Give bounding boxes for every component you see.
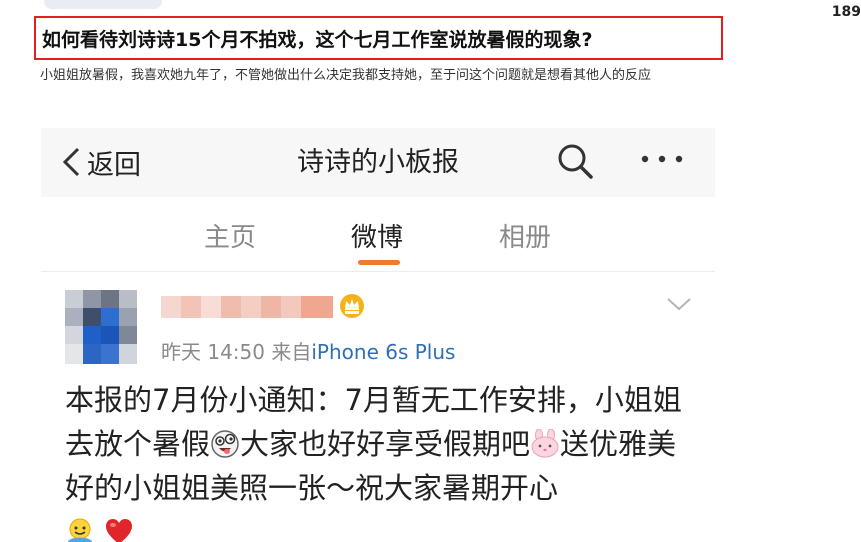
- page-title: 诗诗的小板报: [297, 147, 459, 178]
- back-chevron-icon: [62, 147, 80, 177]
- answer-text: 小姐姐放暑假，我喜欢她九年了，不管她做出什么决定我都支持她，至于问这个问题就是想…: [40, 68, 652, 83]
- post-body: 本报的7月份小通知：7月暂无工作安排，小姐姐去放个暑假 大家也好好享受假期吧 送…: [65, 378, 705, 542]
- more-icon[interactable]: [639, 153, 685, 165]
- crown-icon: [340, 294, 364, 318]
- search-icon[interactable]: [555, 141, 595, 181]
- browser-tab-stub: [44, 0, 162, 9]
- back-button[interactable]: 返回: [59, 140, 141, 184]
- post-header: 昨天 14:50 来自iPhone 6s Plus: [41, 272, 715, 382]
- hug-emoji-icon: [68, 518, 92, 542]
- chevron-down-icon[interactable]: [665, 296, 693, 312]
- avatar[interactable]: [65, 290, 137, 364]
- tab-weibo[interactable]: 微博: [351, 217, 403, 254]
- tab-home[interactable]: 主页: [204, 217, 256, 254]
- profile-tab-bar: 主页 微博 相册: [41, 197, 715, 272]
- crazy-face-emoji-icon: [211, 430, 239, 458]
- post-emoji-row: [65, 510, 705, 542]
- back-label: 返回: [87, 149, 141, 181]
- post-time: 昨天 14:50: [161, 340, 265, 364]
- post-text-part2: 大家也好好享受假期吧: [240, 427, 531, 461]
- question-title[interactable]: 如何看待刘诗诗15个月不拍戏，这个七月工作室说放暑假的现象?: [34, 16, 723, 60]
- weibo-nav-bar: 返回 诗诗的小板报: [41, 128, 715, 197]
- author-name-pixelated[interactable]: [161, 294, 333, 320]
- bunny-emoji-icon: [531, 429, 559, 458]
- tab-album[interactable]: 相册: [499, 217, 551, 254]
- post-source[interactable]: iPhone 6s Plus: [311, 340, 455, 364]
- post-source-prefix: 来自: [271, 340, 312, 364]
- heart-icon: [106, 519, 133, 542]
- weibo-screenshot: 返回 诗诗的小板报 主页 微博 相册 昨天 14:50 来自iPhone 6s …: [41, 128, 715, 542]
- answer-count: 189: [831, 4, 861, 20]
- post-meta: 昨天 14:50 来自iPhone 6s Plus: [161, 336, 455, 365]
- active-tab-indicator: [358, 260, 400, 265]
